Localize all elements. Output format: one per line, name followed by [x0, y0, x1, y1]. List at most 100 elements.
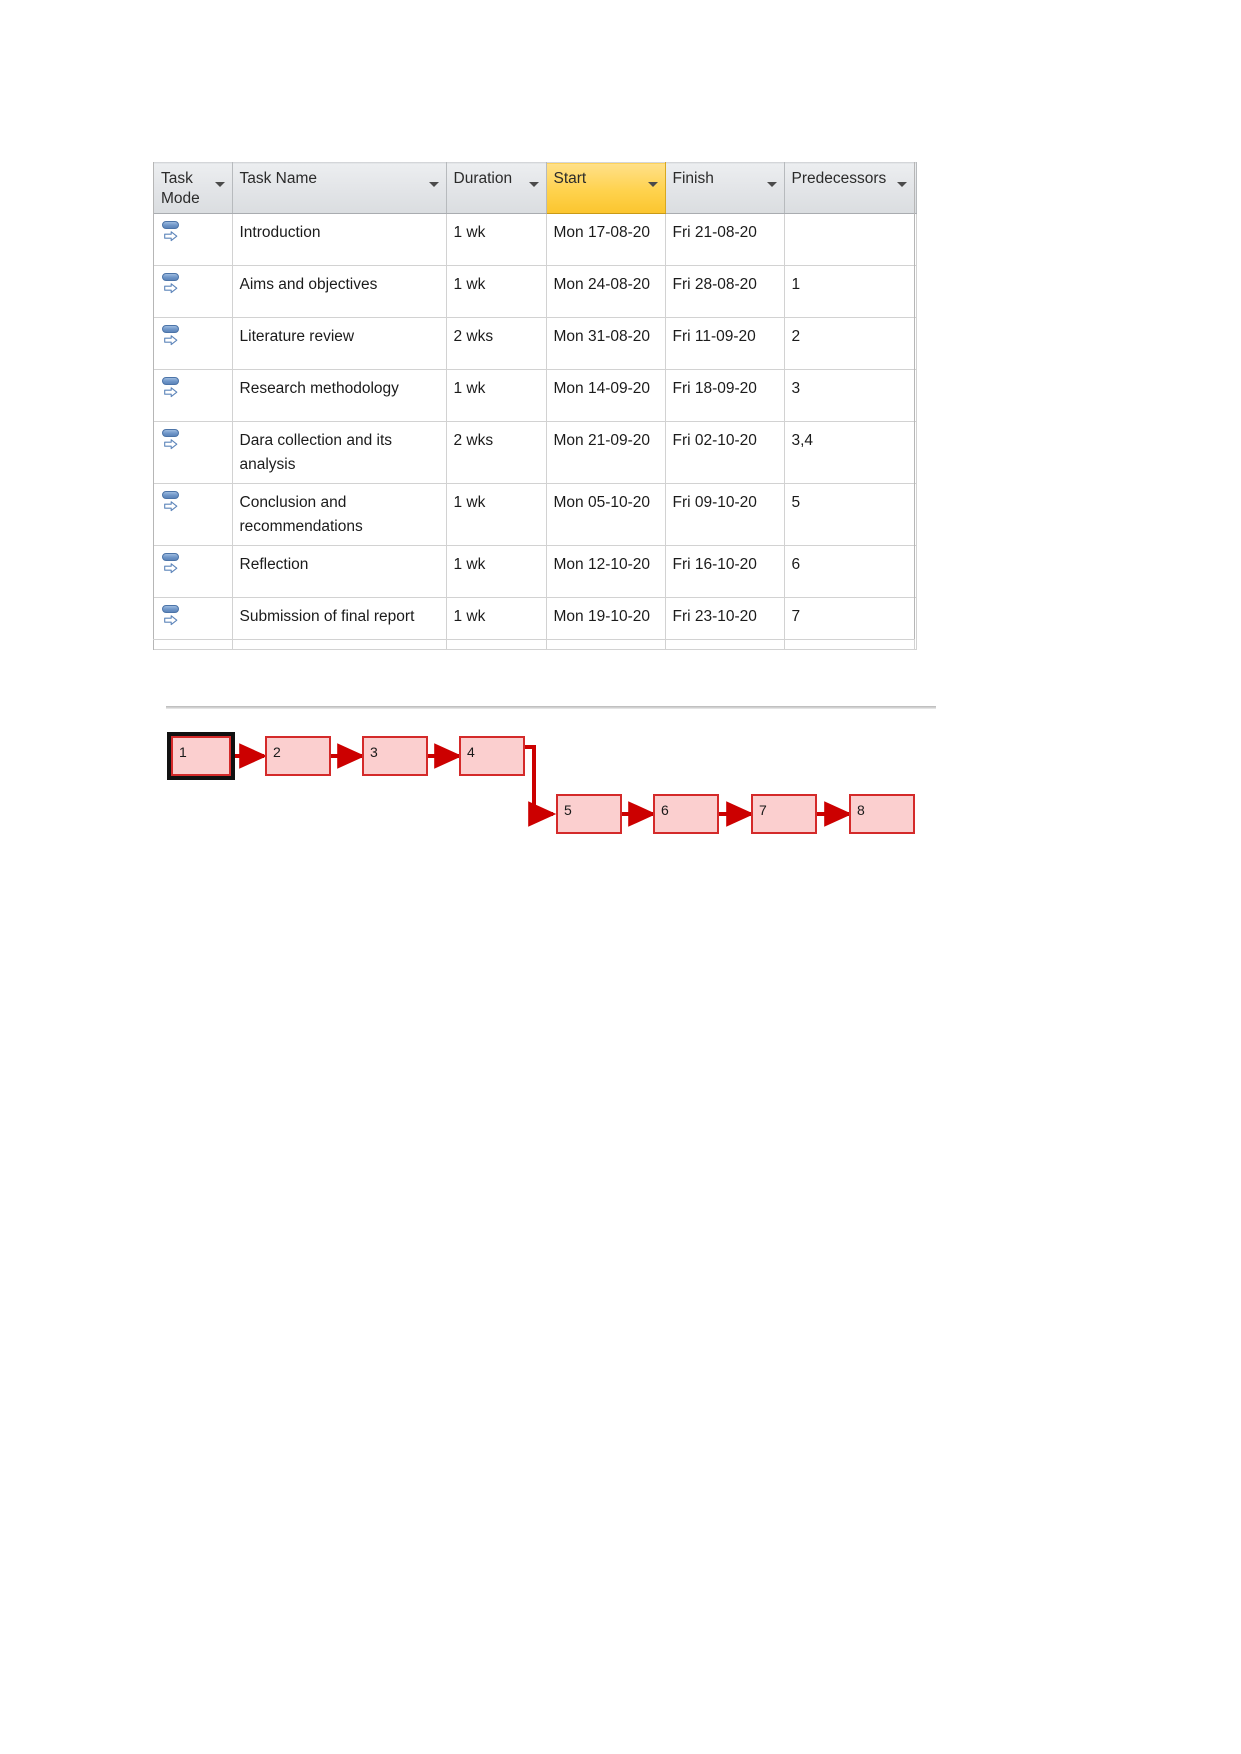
network-node-2[interactable]: 2	[265, 736, 331, 776]
column-header-task-mode[interactable]: Task Mode	[154, 162, 233, 214]
cell-duration[interactable]: 1 wk	[446, 545, 547, 598]
cell-start[interactable]: Mon 05-10-20	[546, 483, 666, 546]
cell-predecessors[interactable]: 5	[784, 483, 915, 546]
cell-finish[interactable]: Fri 18-09-20	[665, 369, 785, 422]
network-node-8[interactable]: 8	[849, 794, 915, 834]
cell-task-mode[interactable]	[154, 597, 233, 650]
cell-task-name[interactable]: Literature review	[232, 317, 447, 370]
column-header-predecessors[interactable]: Predecessors	[784, 162, 915, 214]
cell-task-name[interactable]: Dara collection and its analysis	[232, 421, 447, 484]
cell-start[interactable]: Mon 14-09-20	[546, 369, 666, 422]
table-row[interactable]: Research methodology 1 wk Mon 14-09-20 Fri …	[154, 369, 917, 422]
filter-dropdown-icon[interactable]	[528, 180, 539, 190]
auto-schedule-icon[interactable]	[161, 377, 183, 403]
column-header-start[interactable]: Start	[546, 162, 666, 214]
auto-schedule-icon-arrow	[164, 439, 178, 450]
filter-dropdown-icon[interactable]	[896, 180, 907, 190]
network-node-3[interactable]: 3	[362, 736, 428, 776]
cell-task-mode[interactable]	[154, 265, 233, 318]
cell-finish[interactable]: Fri 16-10-20	[665, 545, 785, 598]
filter-dropdown-icon[interactable]	[428, 180, 439, 190]
table-row[interactable]: Conclusion and recommendations 1 wk Mon 05…	[154, 483, 917, 546]
auto-schedule-icon-arrow	[164, 501, 178, 512]
cell-finish[interactable]: Fri 11-09-20	[665, 317, 785, 370]
auto-schedule-icon[interactable]	[161, 553, 183, 579]
cell-task-name[interactable]: Research methodology	[232, 369, 447, 422]
table-row[interactable]: Submission of final report 1 wk Mon 19-10-…	[154, 597, 917, 650]
cell-task-mode[interactable]	[154, 545, 233, 598]
predecessors-label: Predecessors	[791, 170, 887, 187]
cell-start[interactable]: Mon 24-08-20	[546, 265, 666, 318]
network-node-4[interactable]: 4	[459, 736, 525, 776]
auto-schedule-icon[interactable]	[161, 221, 183, 247]
auto-schedule-icon[interactable]	[161, 273, 183, 299]
auto-schedule-icon[interactable]	[161, 325, 183, 351]
cell-finish[interactable]: Fri 23-10-20	[665, 597, 785, 650]
cell-start[interactable]: Mon 31-08-20	[546, 317, 666, 370]
cell-predecessors[interactable]: 2	[784, 317, 915, 370]
cell-task-name[interactable]: Introduction	[232, 213, 447, 266]
table-row[interactable]: Dara collection and its analysis 2 wks Mon…	[154, 421, 917, 484]
column-header-task-name[interactable]: Task Name	[232, 162, 447, 214]
auto-schedule-icon[interactable]	[161, 491, 183, 517]
cell-finish[interactable]: Fri 28-08-20	[665, 265, 785, 318]
auto-schedule-icon-arrow	[164, 335, 178, 346]
cell-predecessors[interactable]: 7	[784, 597, 915, 650]
cell-task-name[interactable]: Aims and objectives	[232, 265, 447, 318]
filter-dropdown-icon[interactable]	[647, 180, 658, 190]
network-node-5[interactable]: 5	[556, 794, 622, 834]
filter-dropdown-icon[interactable]	[766, 180, 777, 190]
cell-start[interactable]: Mon 21-09-20	[546, 421, 666, 484]
cell-duration[interactable]: 1 wk	[446, 597, 547, 650]
table-row[interactable]: Literature review 2 wks Mon 31-08-20 Fri 11…	[154, 317, 917, 370]
auto-schedule-icon-bar	[162, 273, 179, 281]
cell-predecessors[interactable]: 3	[784, 369, 915, 422]
cell-start[interactable]: Mon 17-08-20	[546, 213, 666, 266]
cell-finish[interactable]: Fri 02-10-20	[665, 421, 785, 484]
cell-task-mode[interactable]	[154, 421, 233, 484]
network-node-7[interactable]: 7	[751, 794, 817, 834]
cell-task-name[interactable]: Reflection	[232, 545, 447, 598]
table-row[interactable]: Introduction 1 wk Mon 17-08-20 Fri 21-08-20	[154, 213, 917, 266]
start-label: Start	[553, 170, 587, 187]
auto-schedule-icon-bar	[162, 377, 179, 385]
link-4-5	[524, 745, 557, 827]
auto-schedule-icon-arrow	[164, 231, 178, 242]
table-row[interactable]: Aims and objectives 1 wk Mon 24-08-20 Fri 2…	[154, 265, 917, 318]
task-mode-label-line2: Mode	[161, 190, 200, 207]
auto-schedule-icon-bar	[162, 553, 179, 561]
auto-schedule-icon[interactable]	[161, 429, 183, 455]
cell-predecessors[interactable]: 6	[784, 545, 915, 598]
cell-duration[interactable]: 2 wks	[446, 317, 547, 370]
task-table: Task Mode Task Name Duration Start Finis…	[154, 162, 917, 650]
cell-predecessors[interactable]	[784, 213, 915, 266]
network-node-6[interactable]: 6	[653, 794, 719, 834]
column-header-finish[interactable]: Finish	[665, 162, 785, 214]
column-header-duration[interactable]: Duration	[446, 162, 547, 214]
table-body: Introduction 1 wk Mon 17-08-20 Fri 21-08-20…	[154, 213, 917, 650]
table-row[interactable]: Reflection 1 wk Mon 12-10-20 Fri 16-10-20 6	[154, 545, 917, 598]
network-node-1[interactable]: 1	[167, 732, 235, 780]
cell-start[interactable]: Mon 19-10-20	[546, 597, 666, 650]
cell-predecessors[interactable]: 3,4	[784, 421, 915, 484]
auto-schedule-icon-arrow	[164, 615, 178, 626]
cell-duration[interactable]: 1 wk	[446, 369, 547, 422]
cell-duration[interactable]: 1 wk	[446, 213, 547, 266]
filter-dropdown-icon[interactable]	[214, 180, 225, 190]
auto-schedule-icon[interactable]	[161, 605, 183, 631]
cell-duration[interactable]: 1 wk	[446, 483, 547, 546]
cell-task-mode[interactable]	[154, 369, 233, 422]
cell-task-mode[interactable]	[154, 483, 233, 546]
cell-task-name[interactable]: Submission of final report	[232, 597, 447, 650]
cell-task-mode[interactable]	[154, 213, 233, 266]
table-bottom-border	[153, 639, 915, 640]
cell-predecessors[interactable]: 1	[784, 265, 915, 318]
cell-task-mode[interactable]	[154, 317, 233, 370]
cell-finish[interactable]: Fri 09-10-20	[665, 483, 785, 546]
document-page: Task Mode Task Name Duration Start Finis…	[0, 0, 1241, 1754]
cell-task-name[interactable]: Conclusion and recommendations	[232, 483, 447, 546]
cell-finish[interactable]: Fri 21-08-20	[665, 213, 785, 266]
cell-duration[interactable]: 1 wk	[446, 265, 547, 318]
cell-duration[interactable]: 2 wks	[446, 421, 547, 484]
cell-start[interactable]: Mon 12-10-20	[546, 545, 666, 598]
